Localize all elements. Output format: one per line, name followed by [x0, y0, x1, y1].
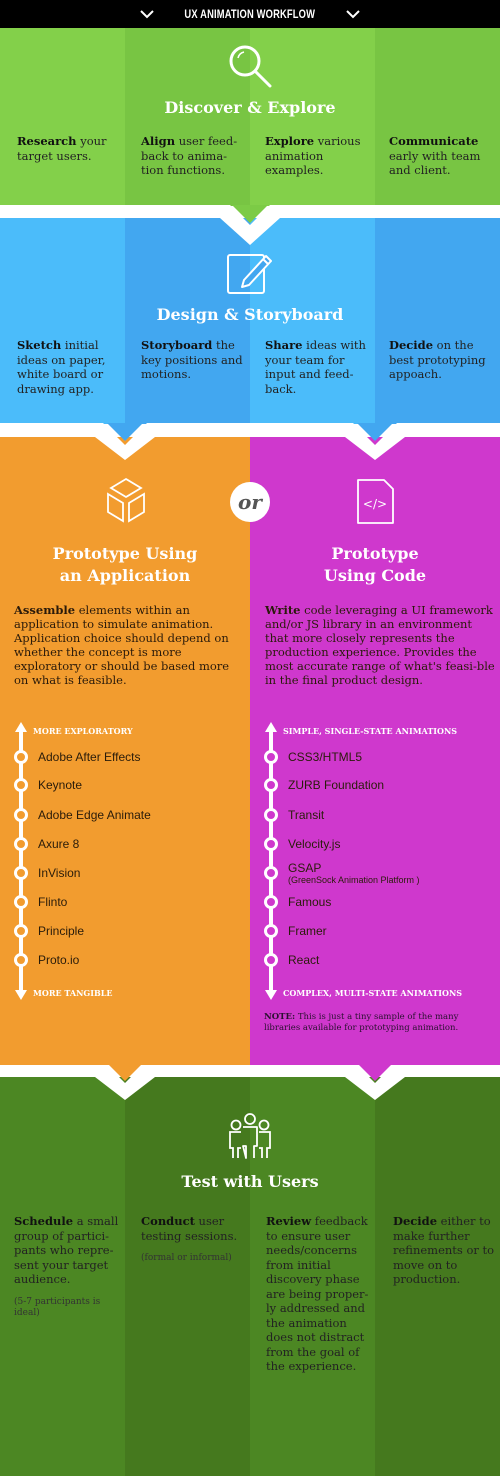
arrow-down-icon — [15, 990, 27, 1000]
magnifier-icon — [229, 45, 272, 88]
design-col-3: Share ideas with your team for input and… — [265, 338, 366, 396]
code-file-icon: </> — [357, 479, 394, 524]
timeline-item: React — [288, 953, 319, 967]
timeline-item-name: Transit — [288, 808, 325, 822]
timeline-bottom-label: MORE TANGIBLE — [33, 988, 113, 998]
timeline-dot — [14, 924, 28, 938]
pencil-edit-icon — [227, 254, 272, 294]
design-title: Design & Storyboard — [156, 305, 344, 324]
timeline-dot — [14, 750, 28, 764]
timeline-item-name: Adobe After Effects — [38, 750, 141, 764]
timeline-item: Framer — [288, 924, 327, 938]
timeline-dot — [14, 837, 28, 851]
timeline-item-name: Velocity.js — [288, 837, 341, 851]
timeline-dot — [14, 778, 28, 792]
timeline-item: Adobe Edge Animate — [38, 808, 151, 822]
timeline-item-name: Proto.io — [38, 953, 80, 967]
test-title: Test with Users — [181, 1172, 319, 1191]
timeline-item: InVision — [38, 866, 80, 880]
chevron-down-icon — [346, 10, 360, 19]
test-col-1: Schedule a small group of partici-pants … — [14, 1214, 119, 1318]
timeline-item: Keynote — [38, 778, 82, 792]
discover-title: Discover & Explore — [164, 98, 336, 117]
test-col-4: Decide either to make further refinement… — [393, 1214, 495, 1286]
timeline-dot — [264, 778, 278, 792]
discover-col-3: Explore various animation examples. — [265, 134, 361, 177]
chevron-down-icon — [140, 10, 154, 19]
timeline-item: GSAP (GreenSock Animation Platform ) — [288, 861, 420, 885]
timeline-item: Transit — [288, 808, 324, 822]
or-badge: or — [230, 482, 270, 522]
timeline-item-name: CSS3/HTML5 — [288, 750, 363, 764]
timeline-dot — [14, 895, 28, 909]
timeline-item: ZURB Foundation — [288, 778, 384, 792]
design-col-2: Storyboard the key positions and motions… — [141, 338, 243, 381]
timeline-item: Adobe After Effects — [38, 750, 141, 764]
discover-col-2: Align user feed-back to anima-tion funct… — [141, 134, 238, 177]
prototype-app-desc: Assemble elements within an application … — [14, 603, 230, 687]
timeline-item-name: Flinto — [38, 895, 68, 909]
timeline-dot — [264, 953, 278, 967]
chevron-connector — [0, 423, 500, 460]
timeline-item-name: Principle — [38, 924, 85, 938]
timeline-item: Axure 8 — [38, 837, 79, 851]
timeline-top-label: MORE EXPLORATORY — [33, 726, 133, 736]
timeline-item: Flinto — [38, 895, 67, 909]
prototype-code-title: Prototype Using Code — [323, 544, 427, 585]
timeline-item: CSS3/HTML5 — [288, 750, 362, 764]
libraries-note: NOTE: This is just a tiny sample of the … — [264, 1012, 459, 1033]
timeline-dot — [264, 837, 278, 851]
chevron-connector — [0, 1065, 500, 1100]
timeline-top-label: SIMPLE, SINGLE-STATE ANIMATIONS — [283, 726, 458, 736]
chevron-connector — [0, 205, 500, 245]
app-timeline: MORE EXPLORATORY MORE TANGIBLE Adobe Aft… — [0, 722, 250, 1002]
timeline-item-name: ZURB Foundation — [288, 778, 385, 792]
prototype-app-title: Prototype Using an Application — [52, 544, 198, 585]
timeline-item-name: InVision — [38, 866, 81, 880]
discover-col-4: Communicate early with team and client. — [389, 134, 481, 177]
test-col-2: Conduct user testing sessions. (formal or… — [141, 1214, 238, 1263]
timeline-dot — [264, 808, 278, 822]
cube-icon — [107, 477, 145, 523]
timeline-item-name: Axure 8 — [38, 837, 80, 851]
test-col-3: Review feedback to ensure user needs/con… — [266, 1214, 369, 1373]
timeline-bottom-label: COMPLEX, MULTI-STATE ANIMATIONS — [283, 988, 463, 998]
page-title: UX ANIMATION WORKFLOW — [184, 7, 316, 21]
timeline-item: Velocity.js — [288, 837, 340, 851]
timeline-dot — [14, 866, 28, 880]
timeline-dot — [264, 866, 278, 880]
prototype-code-desc: Write code leveraging a UI framework and… — [265, 603, 495, 687]
design-col-4: Decide on the best prototyping appoach. — [389, 338, 486, 381]
arrow-down-icon — [265, 990, 277, 1000]
timeline-dot — [264, 895, 278, 909]
timeline-item-name: Framer — [288, 924, 327, 938]
timeline-item-subtitle: (GreenSock Animation Platform ) — [288, 875, 420, 885]
code-timeline: SIMPLE, SINGLE-STATE ANIMATIONS COMPLEX,… — [250, 722, 500, 1002]
timeline-dot — [14, 953, 28, 967]
timeline-item: Principle — [38, 924, 84, 938]
timeline-item-name: React — [288, 953, 320, 967]
header-bar: UX ANIMATION WORKFLOW — [0, 0, 500, 28]
discover-col-1: Research your target users. — [17, 134, 107, 163]
users-group-icon — [229, 1113, 271, 1159]
timeline-item-name: Famous — [288, 895, 332, 909]
timeline-dot — [14, 808, 28, 822]
timeline-item-name: Adobe Edge Animate — [38, 808, 151, 822]
timeline-dot — [264, 924, 278, 938]
design-col-1: Sketch initial ideas on paper, white boa… — [17, 338, 106, 396]
timeline-item-name: Keynote — [38, 778, 83, 792]
timeline-item: Proto.io — [38, 953, 79, 967]
timeline-dot — [264, 750, 278, 764]
svg-text:</>: </> — [363, 497, 387, 511]
timeline-item: Famous — [288, 895, 331, 909]
timeline-item-name: GSAP — [288, 861, 322, 875]
